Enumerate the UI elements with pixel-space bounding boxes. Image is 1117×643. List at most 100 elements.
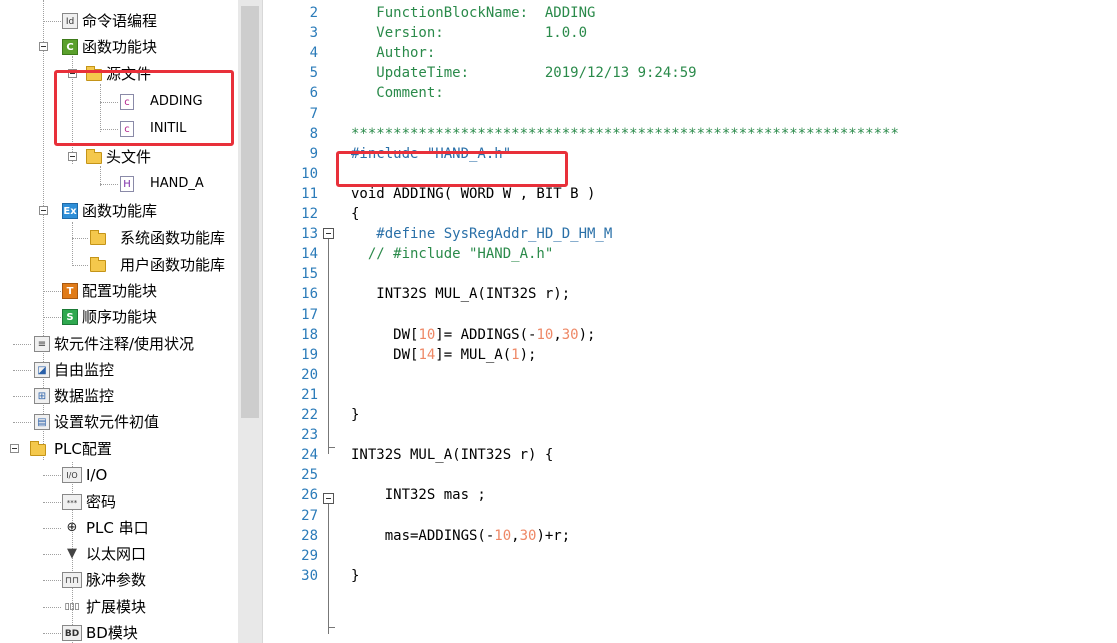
tree-item-expansion-modules[interactable]: ▯▯▯ 扩展模块 <box>0 594 238 620</box>
tree-item-label: HAND_A <box>150 176 204 191</box>
line-number: 10 <box>301 165 318 182</box>
code-line[interactable]: 2 FunctionBlockName: ADDING <box>278 3 1117 23</box>
code-text[interactable]: UpdateTime: 2019/12/13 9:24:59 <box>351 63 696 83</box>
line-number: 23 <box>301 427 318 444</box>
code-line[interactable]: 15 <box>278 264 1117 284</box>
code-line[interactable]: 18 DW[10]= ADDINGS(-10,30); <box>278 325 1117 345</box>
tree-item-system-function-library[interactable]: 系统函数功能库 <box>0 225 238 251</box>
code-text[interactable]: // #include "HAND_A.h" <box>351 244 553 264</box>
tree-item-data-monitor[interactable]: ⊞ 数据监控 <box>0 383 238 409</box>
code-line[interactable]: 12 { <box>278 204 1117 224</box>
collapse-toggle[interactable] <box>10 444 19 453</box>
tree-item-label: 函数功能块 <box>82 38 158 56</box>
code-line[interactable]: 29 <box>278 546 1117 566</box>
code-line[interactable]: 28 mas=ADDINGS(-10,30)+r; <box>278 526 1117 546</box>
tree-item-label: I/O <box>86 466 108 484</box>
collapse-toggle[interactable] <box>68 152 77 161</box>
code-line[interactable]: 7 <box>278 104 1117 124</box>
code-line[interactable]: 13 #define SysRegAddr_HD_D_HM_M <box>278 224 1117 244</box>
code-text[interactable]: ****************************************… <box>351 124 899 144</box>
tree-item-label: 软元件注释/使用状况 <box>54 335 195 353</box>
tree-item-pulse-params[interactable]: ⊓⊓ 脉冲参数 <box>0 567 238 593</box>
code-line[interactable]: 21 <box>278 385 1117 405</box>
init-icon: ▤ <box>34 414 50 430</box>
tree-item-user-function-library[interactable]: 用户函数功能库 <box>0 252 238 278</box>
code-line[interactable]: 20 <box>278 365 1117 385</box>
tree-item-label: 头文件 <box>106 148 152 166</box>
code-line[interactable]: 27 <box>278 506 1117 526</box>
tree-item-header-files[interactable]: 头文件 <box>0 144 238 170</box>
code-text[interactable]: INT32S MUL_A(INT32S r) { <box>351 445 553 465</box>
tree-item-plc-config[interactable]: PLC配置 <box>0 436 238 462</box>
tree-item-label: 密码 <box>86 493 117 511</box>
code-text[interactable]: } <box>351 566 359 586</box>
tree-item-label: 数据监控 <box>54 387 115 405</box>
code-text[interactable]: Comment: <box>351 83 443 103</box>
code-text[interactable]: Author: <box>351 43 435 63</box>
highlight-box-include <box>336 151 568 187</box>
tree-item-password[interactable]: *** 密码 <box>0 489 238 515</box>
code-line[interactable]: 8 ***************************************… <box>278 124 1117 144</box>
tree-item-io[interactable]: I/O I/O <box>0 462 238 488</box>
line-number: 20 <box>301 366 318 383</box>
code-editor[interactable]: 2 FunctionBlockName: ADDING 3 Version: 1.… <box>278 0 1117 643</box>
code-text[interactable]: INT32S MUL_A(INT32S r); <box>351 284 570 304</box>
code-line[interactable]: 3 Version: 1.0.0 <box>278 23 1117 43</box>
pulse-icon: ⊓⊓ <box>62 572 82 588</box>
code-line[interactable]: 25 <box>278 465 1117 485</box>
code-text[interactable]: FunctionBlockName: ADDING <box>351 3 595 23</box>
code-text[interactable]: DW[14]= MUL_A(1); <box>351 345 536 365</box>
highlight-box-source-files <box>54 70 234 146</box>
tree-scrollbar-thumb[interactable] <box>241 6 259 418</box>
tree-item-function-library[interactable]: Ex 函数功能库 <box>0 198 238 224</box>
monitor-icon: ◪ <box>34 362 50 378</box>
code-text[interactable]: } <box>351 405 359 425</box>
code-line[interactable]: 17 <box>278 305 1117 325</box>
line-number: 24 <box>301 447 318 464</box>
code-line[interactable]: 14 // #include "HAND_A.h" <box>278 244 1117 264</box>
code-text[interactable]: INT32S mas ; <box>351 485 486 505</box>
tree-item-free-monitor[interactable]: ◪ 自由监控 <box>0 357 238 383</box>
tree-item-device-comments[interactable]: ≡ 软元件注释/使用状况 <box>0 331 238 357</box>
line-number: 18 <box>301 326 318 343</box>
line-number: 4 <box>309 45 318 62</box>
c-block-icon: C <box>62 39 78 55</box>
tree-item-label: 扩展模块 <box>86 598 147 616</box>
code-line[interactable]: 5 UpdateTime: 2019/12/13 9:24:59 <box>278 63 1117 83</box>
tree-item-hand-a[interactable]: H HAND_A <box>0 171 238 197</box>
code-line[interactable]: 6 Comment: <box>278 83 1117 103</box>
tree-item-plc-serial[interactable]: ⊕ PLC 串口 <box>0 515 238 541</box>
collapse-toggle[interactable] <box>39 42 48 51</box>
code-text[interactable]: { <box>351 204 359 224</box>
line-number: 19 <box>301 346 318 363</box>
code-text[interactable]: Version: 1.0.0 <box>351 23 587 43</box>
collapse-toggle[interactable] <box>39 206 48 215</box>
tree-item-sequence-blocks[interactable]: S 顺序功能块 <box>0 304 238 330</box>
folder-icon <box>86 149 102 164</box>
line-number: 3 <box>309 25 318 42</box>
tree-item-bd-modules[interactable]: BD BD模块 <box>0 620 238 643</box>
tree-item-function-blocks[interactable]: C 函数功能块 <box>0 34 238 60</box>
code-line[interactable]: 26 INT32S mas ; <box>278 485 1117 505</box>
folder-icon <box>90 230 106 245</box>
folder-icon <box>90 257 106 272</box>
code-line[interactable]: 19 DW[14]= MUL_A(1); <box>278 345 1117 365</box>
code-text[interactable]: DW[10]= ADDINGS(-10,30); <box>351 325 595 345</box>
tree-item-command-programming[interactable]: Id 命令语编程 <box>0 8 238 34</box>
tree-item-config-blocks[interactable]: T 配置功能块 <box>0 278 238 304</box>
code-line[interactable]: 4 Author: <box>278 43 1117 63</box>
line-number: 17 <box>301 306 318 323</box>
code-line[interactable]: 22} <box>278 405 1117 425</box>
line-number: 26 <box>301 487 318 504</box>
tree-item-label: 以太网口 <box>86 545 147 563</box>
tree-item-ethernet[interactable]: ▼ 以太网口 <box>0 541 238 567</box>
code-line[interactable]: 16 INT32S MUL_A(INT32S r); <box>278 284 1117 304</box>
tree-item-device-init-values[interactable]: ▤ 设置软元件初值 <box>0 409 238 435</box>
code-line[interactable]: 23 <box>278 425 1117 445</box>
code-line[interactable]: 24 INT32S MUL_A(INT32S r) { <box>278 445 1117 465</box>
tree-item-label: PLC 串口 <box>86 519 149 537</box>
code-text[interactable]: mas=ADDINGS(-10,30)+r; <box>351 526 570 546</box>
code-line[interactable]: 30} <box>278 566 1117 586</box>
line-number: 30 <box>301 567 318 584</box>
code-text[interactable]: #define SysRegAddr_HD_D_HM_M <box>351 224 612 244</box>
